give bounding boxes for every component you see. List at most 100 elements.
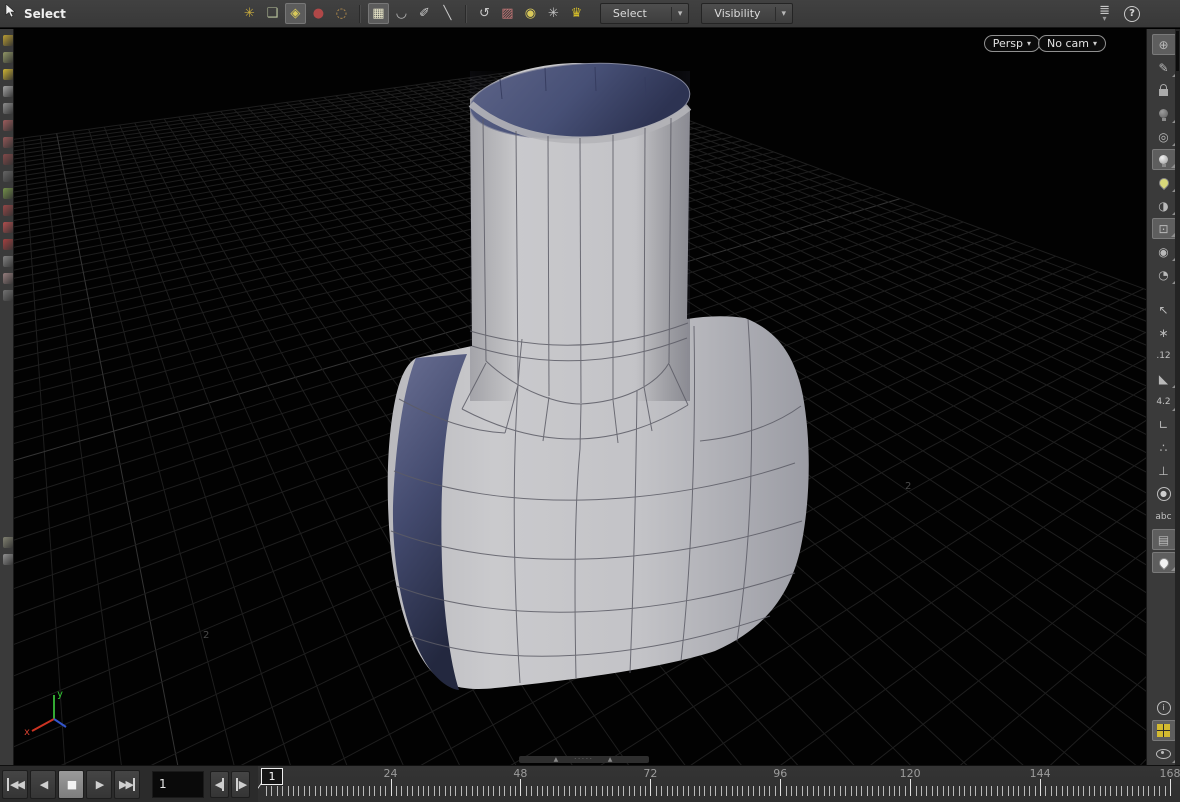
show-handles-icon[interactable]: ✳ [239, 3, 260, 24]
ghost-objects-icon[interactable]: ◔ [1152, 264, 1176, 285]
left-tool-icon[interactable] [3, 154, 14, 165]
go-to-end-button[interactable]: ▶▶ [114, 770, 140, 799]
point-numbers-icon[interactable]: .12 [1152, 345, 1176, 366]
timeline-tick [488, 786, 489, 796]
display-options-icon[interactable]: ⊡ [1152, 218, 1176, 239]
select-geometry-icon[interactable]: ◈ [285, 3, 306, 24]
left-tool-icon[interactable] [3, 120, 14, 131]
quad-view-icon[interactable] [1152, 720, 1176, 741]
vector-display-icon[interactable]: ⊥ [1152, 460, 1176, 481]
triangle-up-icon: ▲ [608, 756, 615, 763]
light-quality-icon[interactable] [1152, 172, 1176, 193]
timeline-tick [288, 786, 289, 796]
lock-view-icon[interactable] [1152, 80, 1176, 101]
left-tool-icon[interactable] [3, 290, 14, 301]
left-tool-icon[interactable] [3, 537, 14, 548]
go-to-start-button[interactable]: ◀◀ [2, 770, 28, 799]
left-tool-icon[interactable] [3, 103, 14, 114]
play-button[interactable]: ▶ [86, 770, 112, 799]
timeline-tick [1154, 786, 1155, 796]
stop-button[interactable]: ■ [58, 770, 84, 799]
headlight-icon[interactable] [1152, 103, 1176, 124]
step-back-button[interactable]: ◀ [210, 771, 229, 798]
timeline-tick [618, 786, 619, 796]
left-tool-icon[interactable] [3, 273, 14, 284]
left-tool-icon[interactable] [3, 52, 14, 63]
timeline-tick [845, 786, 846, 796]
left-tool-icon[interactable] [3, 239, 14, 250]
timeline-tick [742, 786, 743, 796]
visible-geometry-select-icon[interactable]: ▨ [497, 3, 518, 24]
timeline-tick [477, 786, 478, 796]
left-tool-icon[interactable] [3, 35, 14, 46]
selection-ring-icon[interactable]: ◌ [331, 3, 352, 24]
group-display-icon[interactable]: ● [1152, 483, 1176, 504]
secure-selection-icon[interactable]: ● [308, 3, 329, 24]
snapshot-icon[interactable]: ✎ [1152, 57, 1176, 78]
left-tool-icon[interactable] [3, 256, 14, 267]
selection-rules-icon[interactable]: ♛ [566, 3, 587, 24]
viewport-3d[interactable]: Persp ▾ No cam ▾ 22 y x ▲ ····· ▲ [14, 29, 1146, 765]
play-reverse-button[interactable]: ◀ [30, 770, 56, 799]
profile-curves-icon[interactable]: ∟ [1152, 414, 1176, 435]
primitive-markers-icon[interactable]: ◣ [1152, 368, 1176, 389]
timeline-tick [309, 786, 310, 796]
point-trails-icon[interactable]: ∴ [1152, 437, 1176, 458]
panel-divider-handle[interactable]: ▲ ····· ▲ [519, 756, 649, 763]
timeline-ruler[interactable]: 1 24487296120144168 [258, 766, 1180, 802]
display-points-icon[interactable]: ∗ [1152, 322, 1176, 343]
right-scroll-handle[interactable] [1176, 31, 1179, 71]
left-tool-icon[interactable] [3, 86, 14, 97]
laser-select-icon[interactable]: ╲ [437, 3, 458, 24]
camera-persp-button[interactable]: Persp ▾ [984, 35, 1040, 52]
toolbar-separator [359, 5, 361, 23]
select-objects-icon[interactable]: ❑ [262, 3, 283, 24]
left-toolbar [0, 29, 14, 765]
chevron-down-icon: ▾ [1023, 39, 1031, 48]
primitive-numbers-icon[interactable]: 4.2 [1152, 391, 1176, 412]
current-frame-field[interactable]: 1 [152, 771, 204, 798]
left-tool-icon[interactable] [3, 137, 14, 148]
timeline-tick [959, 786, 960, 796]
left-tool-icon[interactable] [3, 188, 14, 199]
timeline-tick [1073, 786, 1074, 796]
step-forward-button[interactable]: ▶ [231, 771, 250, 798]
whole-geometry-select-icon[interactable]: ◉ [520, 3, 541, 24]
info-icon[interactable]: i [1152, 697, 1176, 718]
current-frame-flag[interactable]: 1 [261, 768, 283, 785]
shadows-icon[interactable]: ◑ [1152, 195, 1176, 216]
left-tool-icon[interactable] [3, 554, 14, 565]
timeline-tick [824, 786, 825, 796]
loop-select-icon[interactable]: ↺ [474, 3, 495, 24]
lighting-icon[interactable] [1152, 149, 1176, 170]
visibility-eye-icon[interactable] [1152, 743, 1176, 764]
timeline-tick [1035, 786, 1036, 796]
background-image-icon[interactable]: ▤ [1152, 529, 1176, 550]
view-pin-icon[interactable] [1152, 552, 1176, 573]
text-overlay-icon[interactable]: abc [1152, 506, 1176, 527]
select-mode-dropdown[interactable]: Select ▾ [600, 3, 690, 24]
lasso-select-icon[interactable]: ◡ [391, 3, 412, 24]
help-icon[interactable]: ? [1124, 6, 1140, 22]
view-tool-icon[interactable]: ⊕ [1152, 34, 1176, 55]
pointer-options-icon[interactable]: ✳ [543, 3, 564, 24]
timeline-tick [802, 786, 803, 796]
material-shading-icon[interactable]: ◎ [1152, 126, 1176, 147]
y-axis-label: y [57, 689, 63, 700]
no-cam-button[interactable]: No cam ▾ [1038, 35, 1106, 52]
hide-other-objects-icon[interactable]: ◉ [1152, 241, 1176, 262]
left-tool-icon[interactable] [3, 222, 14, 233]
visibility-dropdown[interactable]: Visibility ▾ [701, 3, 793, 24]
timeline-tick [997, 786, 998, 796]
display-normals-icon[interactable]: ↖ [1152, 299, 1176, 320]
timeline-frame-label: 72 [643, 767, 657, 780]
box-select-icon[interactable]: ▦ [368, 3, 389, 24]
left-tool-icon[interactable] [3, 69, 14, 80]
t-pipe-model[interactable] [14, 29, 1146, 765]
timeline-tick [564, 786, 565, 796]
brush-select-icon[interactable]: ✐ [414, 3, 435, 24]
toolbar-menu-icon[interactable]: ≣ ▾ [1099, 6, 1110, 22]
timeline-tick [607, 786, 608, 796]
left-tool-icon[interactable] [3, 171, 14, 182]
left-tool-icon[interactable] [3, 205, 14, 216]
